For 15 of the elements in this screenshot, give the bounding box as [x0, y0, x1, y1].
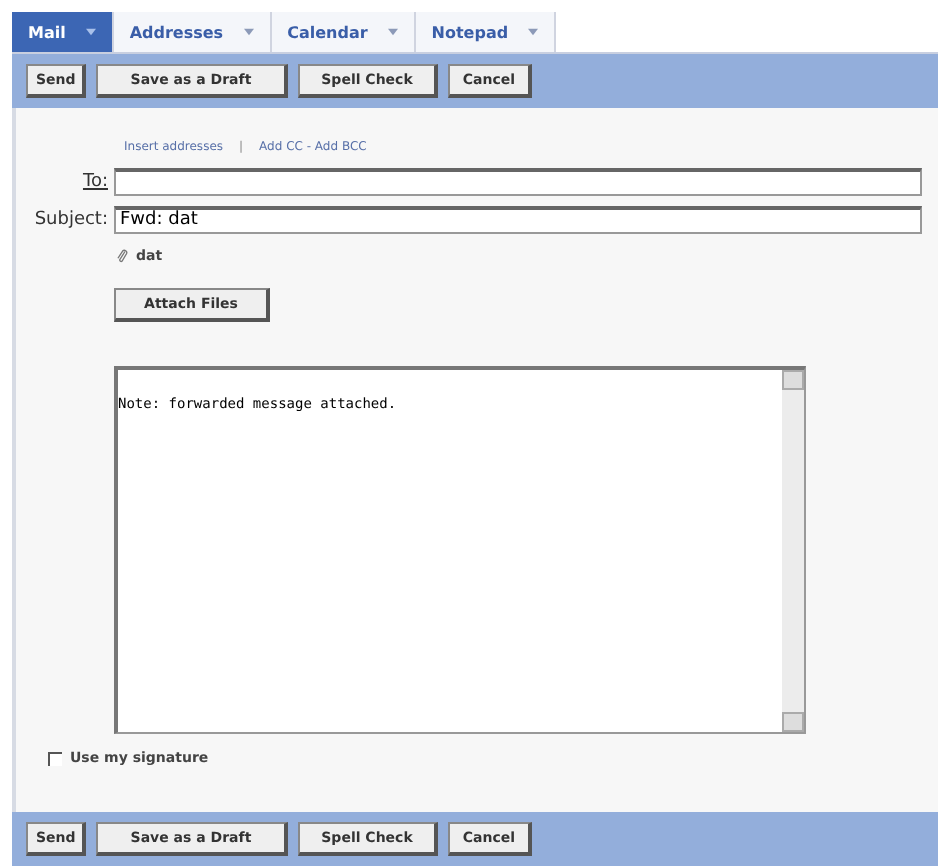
caret-icon[interactable] [528, 28, 539, 36]
tab[interactable]: Notepad [415, 12, 557, 52]
subject-field[interactable]: Fwd: dat [114, 205, 922, 233]
tab[interactable]: Addresses [113, 12, 272, 52]
paperclip-icon [116, 247, 128, 263]
caret-icon[interactable] [85, 28, 96, 36]
caret-icon[interactable] [387, 28, 398, 36]
signature-checkbox[interactable] [48, 751, 62, 765]
tab[interactable]: Calendar [271, 12, 416, 52]
tab[interactable]: Mail [12, 12, 114, 52]
to-field[interactable] [114, 167, 922, 195]
caret-icon[interactable] [243, 28, 254, 36]
scrollbar[interactable] [782, 370, 804, 732]
subject-label: Subject: [32, 209, 110, 229]
to-label[interactable]: To: [16, 171, 114, 191]
